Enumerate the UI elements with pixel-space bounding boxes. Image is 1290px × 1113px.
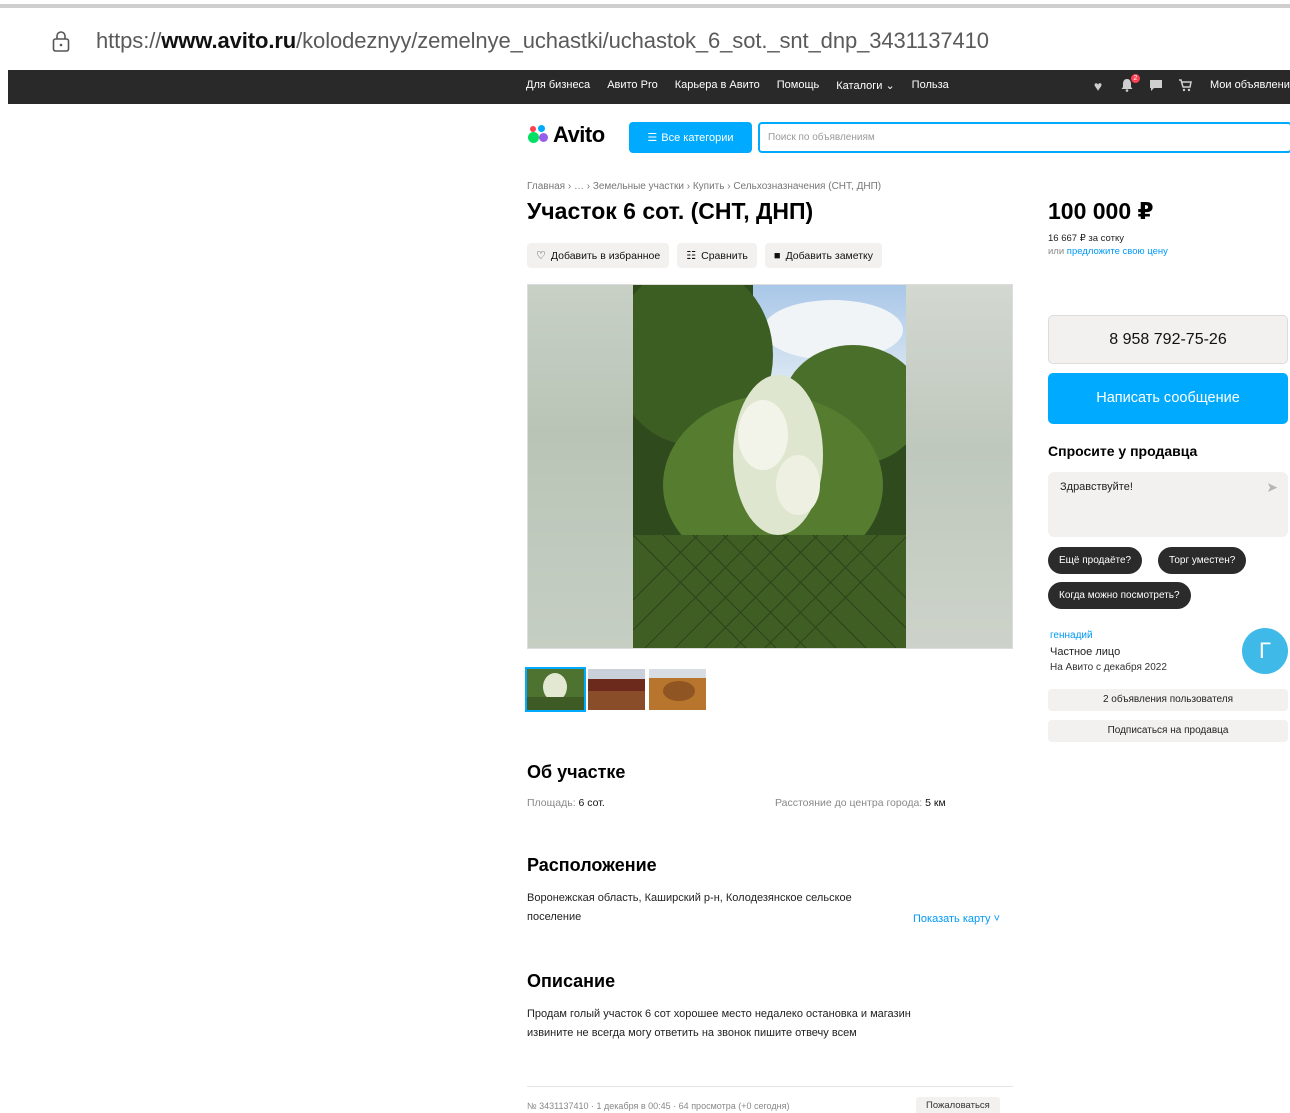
complain-button[interactable]: Пожаловаться: [916, 1097, 1000, 1113]
photo-thumbnails: [525, 667, 706, 712]
lock-icon: [52, 31, 70, 52]
nav-catalogs[interactable]: Каталоги ⌄: [836, 79, 894, 92]
nav-benefit[interactable]: Польза: [912, 79, 949, 92]
compare-button[interactable]: ☷ Сравнить: [677, 243, 757, 268]
thumbnail-2[interactable]: [588, 669, 645, 710]
area-param: Площадь: 6 сот.: [527, 797, 605, 809]
seller-type: Частное лицо: [1050, 646, 1121, 658]
quick-reply-when-view[interactable]: Когда можно посмотреть?: [1048, 582, 1191, 609]
heart-icon[interactable]: ♥: [1090, 78, 1106, 94]
description-text: Продам голый участок 6 сот хорошее место…: [527, 1008, 911, 1039]
message-input[interactable]: Здравствуйте! ➤: [1048, 472, 1288, 537]
top-navigation: Для бизнеса Авито Pro Карьера в Авито По…: [8, 70, 1290, 104]
offer-price: или предложите свою цену: [1048, 246, 1168, 257]
subscribe-seller-button[interactable]: Подписаться на продавца: [1048, 720, 1288, 742]
about-heading: Об участке: [527, 762, 626, 782]
main-photo[interactable]: [633, 285, 908, 649]
address-text: Воронежская область, Каширский р-н, Коло…: [527, 892, 852, 923]
price-per-unit: 16 667 ₽ за сотку: [1048, 233, 1124, 244]
all-categories-button[interactable]: ☰ Все категории: [629, 122, 752, 153]
seller-name[interactable]: геннадий: [1050, 630, 1093, 641]
logo-dots-icon: [527, 124, 549, 146]
all-categories-label: Все категории: [661, 131, 734, 144]
nav-help[interactable]: Помощь: [777, 79, 820, 92]
logo-text: Avito: [553, 122, 605, 147]
offer-price-link[interactable]: предложите свою цену: [1067, 246, 1168, 257]
top-nav-icons: ♥ 2: [1090, 74, 1193, 94]
add-note-label: Добавить заметку: [785, 249, 874, 262]
url-text[interactable]: https://www.avito.ru/kolodeznyy/zemelnye…: [96, 28, 989, 54]
notification-badge: 2: [1131, 74, 1140, 83]
add-favorite-label: Добавить в избранное: [550, 249, 661, 262]
message-text: Здравствуйте!: [1060, 481, 1133, 493]
breadcrumb[interactable]: Главная › … › Земельные участки › Купить…: [527, 181, 881, 192]
compare-label: Сравнить: [701, 249, 748, 262]
browser-address-bar[interactable]: https://www.avito.ru/kolodeznyy/zemelnye…: [0, 14, 1290, 70]
avito-logo[interactable]: Avito: [527, 122, 605, 148]
thumbnail-1[interactable]: [525, 667, 586, 712]
nav-business[interactable]: Для бизнеса: [526, 79, 590, 92]
description-heading: Описание: [527, 971, 616, 991]
quick-reply-bargain[interactable]: Торг уместен?: [1158, 547, 1247, 574]
heart-outline-icon: ♡: [536, 250, 546, 262]
gallery-blur-right: [906, 285, 1012, 648]
location-heading: Расположение: [527, 855, 657, 875]
avatar[interactable]: Г: [1242, 628, 1288, 674]
send-icon[interactable]: ➤: [1266, 479, 1278, 496]
listing-actions: ♡ Добавить в избранное ☷ Сравнить ■ Доба…: [527, 243, 883, 268]
page-title: Участок 6 сот. (СНТ, ДНП): [527, 198, 814, 224]
listing-meta: № 3431137410 · 1 декабря в 00:45 · 64 пр…: [527, 1101, 790, 1111]
note-icon: ■: [773, 249, 781, 262]
divider: [527, 1086, 1013, 1087]
seller-since: На Авито с декабря 2022: [1050, 662, 1167, 673]
top-nav-links: Для бизнеса Авито Pro Карьера в Авито По…: [526, 79, 949, 92]
seller-ads-button[interactable]: 2 объявления пользователя: [1048, 689, 1288, 711]
add-favorite-button[interactable]: ♡ Добавить в избранное: [527, 243, 670, 268]
chat-icon[interactable]: [1148, 78, 1164, 94]
cart-icon[interactable]: [1177, 78, 1193, 94]
price: 100 000 ₽: [1048, 198, 1154, 224]
search-input[interactable]: Поиск по объявлениям: [758, 122, 1290, 153]
add-note-button[interactable]: ■ Добавить заметку: [764, 243, 883, 268]
my-ads-link[interactable]: Мои объявления: [1210, 79, 1290, 91]
nav-avito-pro[interactable]: Авито Pro: [607, 79, 658, 92]
ask-seller-heading: Спросите у продавца: [1048, 443, 1198, 459]
bell-icon[interactable]: 2: [1119, 74, 1140, 94]
thumbnail-3[interactable]: [649, 669, 706, 710]
photo-gallery[interactable]: [527, 284, 1013, 649]
menu-search-icon: ☰: [647, 132, 658, 144]
phone-button[interactable]: 8 958 792-75-26: [1048, 315, 1288, 364]
compare-icon: ☷: [686, 250, 697, 262]
distance-param: Расстояние до центра города: 5 км: [775, 797, 946, 809]
browser-top-edge: [0, 0, 1290, 8]
quick-reply-still-selling[interactable]: Ещё продаёте?: [1048, 547, 1143, 574]
write-message-button[interactable]: Написать сообщение: [1048, 373, 1288, 424]
nav-career[interactable]: Карьера в Авито: [675, 79, 760, 92]
show-map-link[interactable]: Показать карту ˅: [913, 913, 1000, 925]
gallery-blur-left: [528, 285, 633, 648]
